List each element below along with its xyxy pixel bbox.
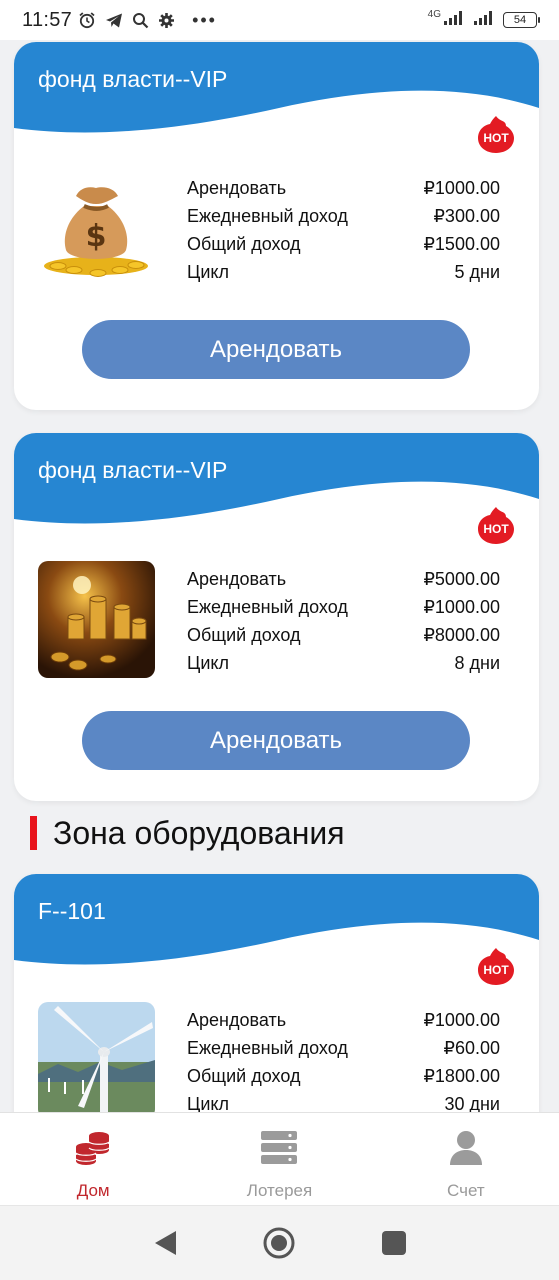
row-value: ₽5000.00 <box>423 568 500 589</box>
product-details: Арендовать ₽1000.00 Ежедневный доход ₽60.0… <box>187 1006 500 1113</box>
svg-text:$: $ <box>86 219 107 254</box>
home-circle-icon[interactable] <box>262 1226 296 1260</box>
product-details: Арендовать ₽1000.00 Ежедневный доход ₽300.… <box>187 174 500 286</box>
wind-turbine-image <box>38 1002 155 1112</box>
rent-price-row: Арендовать ₽5000.00 <box>187 565 500 593</box>
alarm-clock-icon <box>78 11 96 29</box>
hot-badge-label: HOT <box>483 963 509 977</box>
nav-item-home[interactable]: Дом <box>0 1113 186 1205</box>
row-label: Общий доход <box>187 233 301 254</box>
status-time: 11:57 <box>22 8 73 31</box>
product-title: фонд власти--VIP <box>38 457 228 483</box>
total-income-row: Общий доход ₽1800.00 <box>187 1062 500 1090</box>
product-details: Арендовать ₽5000.00 Ежедневный доход ₽1000… <box>187 565 500 677</box>
daily-income-row: Ежедневный доход ₽300.00 <box>187 202 500 230</box>
network-type-label: 4G <box>427 9 441 20</box>
hot-badge-label: HOT <box>483 522 509 536</box>
coins-stack-icon <box>75 1132 110 1165</box>
total-income-row: Общий доход ₽8000.00 <box>187 621 500 649</box>
daily-income-row: Ежедневный доход ₽1000.00 <box>187 593 500 621</box>
card-header-wave <box>14 433 539 524</box>
row-value: 30 дни <box>444 1093 500 1113</box>
cycle-row: Цикл 30 дни <box>187 1090 500 1113</box>
section-title: Зона оборудования <box>53 814 345 851</box>
hot-badge-icon: HOT <box>476 946 516 986</box>
gear-icon <box>158 12 175 29</box>
status-bar: 11:57 ••• 4G 54 <box>0 0 559 40</box>
card-header-wave <box>14 874 539 965</box>
more-notifications-icon: ••• <box>192 9 217 30</box>
row-value: ₽1000.00 <box>423 177 500 198</box>
section-heading: Зона оборудования <box>30 812 345 854</box>
hot-badge-label: HOT <box>483 131 509 145</box>
section-accent-bar <box>30 816 37 850</box>
row-label: Арендовать <box>187 1009 287 1030</box>
battery-icon: 54 <box>503 12 540 28</box>
signal-icon <box>443 10 465 31</box>
cycle-row: Цикл 5 дни <box>187 258 500 286</box>
rent-button[interactable]: Арендовать <box>82 711 470 770</box>
daily-income-row: Ежедневный доход ₽60.00 <box>187 1034 500 1062</box>
nav-item-account[interactable]: Счет <box>373 1113 559 1205</box>
search-icon <box>132 12 149 29</box>
product-card: F--101 HOT Арендовать ₽1000.00 Ежедневный… <box>14 874 539 1112</box>
row-label: Цикл <box>187 261 229 282</box>
bottom-nav: Дом Лотерея Счет <box>0 1112 559 1205</box>
row-label: Цикл <box>187 652 229 673</box>
product-title: фонд власти--VIP <box>38 66 228 92</box>
row-label: Ежедневный доход <box>187 1037 348 1058</box>
system-navigation-bar <box>0 1205 559 1280</box>
row-value: ₽8000.00 <box>423 624 500 645</box>
card-header-wave <box>14 42 539 133</box>
signal-icon-2 <box>473 10 495 31</box>
row-value: 8 дни <box>454 652 500 673</box>
product-list[interactable]: фонд власти--VIP HOT $ Арендовать ₽1000.0… <box>0 40 559 1112</box>
row-label: Общий доход <box>187 624 301 645</box>
row-value: ₽1000.00 <box>423 596 500 617</box>
row-value: ₽1000.00 <box>423 1009 500 1030</box>
money-bag-image: $ <box>38 170 155 287</box>
total-income-row: Общий доход ₽1500.00 <box>187 230 500 258</box>
rent-price-row: Арендовать ₽1000.00 <box>187 1006 500 1034</box>
row-label: Общий доход <box>187 1065 301 1086</box>
rent-price-row: Арендовать ₽1000.00 <box>187 174 500 202</box>
row-value: 5 дни <box>454 261 500 282</box>
back-icon[interactable] <box>152 1229 178 1257</box>
product-card: фонд власти--VIP HOT Арендовать ₽5000.00… <box>14 433 539 801</box>
row-label: Цикл <box>187 1093 229 1113</box>
row-value: ₽1500.00 <box>423 233 500 254</box>
row-value: ₽60.00 <box>443 1037 501 1058</box>
recent-apps-icon[interactable] <box>381 1230 407 1256</box>
row-label: Ежедневный доход <box>187 205 348 226</box>
cycle-row: Цикл 8 дни <box>187 649 500 677</box>
nav-item-lottery[interactable]: Лотерея <box>186 1113 372 1205</box>
row-value: ₽1800.00 <box>423 1065 500 1086</box>
telegram-icon <box>105 12 123 29</box>
row-label: Арендовать <box>187 568 287 589</box>
row-label: Ежедневный доход <box>187 596 348 617</box>
user-icon <box>449 1131 482 1165</box>
rent-button[interactable]: Арендовать <box>82 320 470 379</box>
product-card: фонд власти--VIP HOT $ Арендовать ₽1000.0… <box>14 42 539 410</box>
nav-label: Дом <box>76 1181 110 1200</box>
row-value: ₽300.00 <box>433 205 500 226</box>
server-stack-icon <box>261 1131 298 1164</box>
product-title: F--101 <box>38 898 106 924</box>
hot-badge-icon: HOT <box>476 114 516 154</box>
nav-label: Лотерея <box>246 1181 313 1200</box>
hot-badge-icon: HOT <box>476 505 516 545</box>
coin-stacks-image <box>38 561 155 678</box>
row-label: Арендовать <box>187 177 287 198</box>
nav-label: Счет <box>447 1181 485 1200</box>
